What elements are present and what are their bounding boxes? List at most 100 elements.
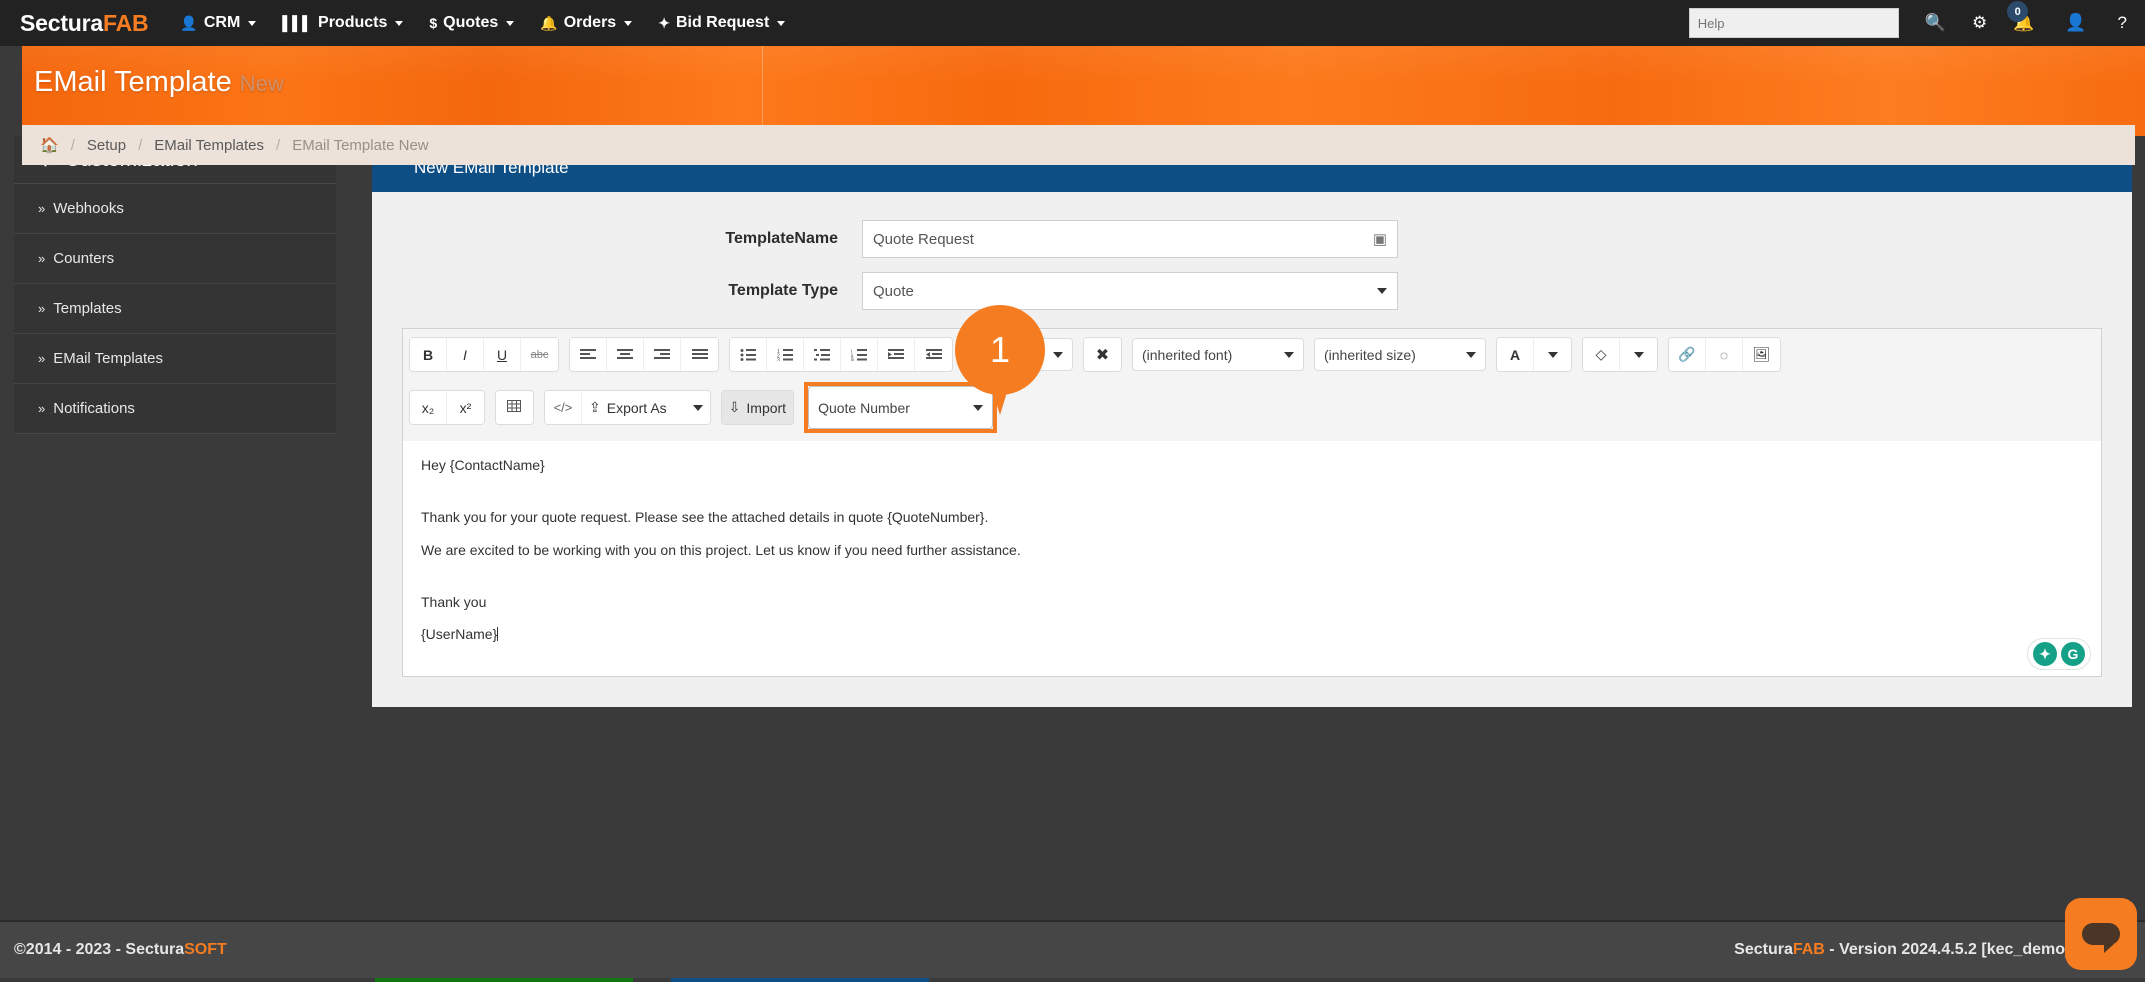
multilevel-list-button[interactable] (804, 338, 841, 371)
align-justify-icon (692, 349, 708, 361)
bullet-list-button[interactable] (730, 338, 767, 371)
rich-text-editor: B I U abc 123 ii (402, 328, 2102, 677)
template-name-label: TemplateName (372, 230, 862, 248)
nav-item-orders[interactable]: 🔔 Orders (540, 14, 632, 32)
indent-button[interactable] (915, 338, 952, 371)
import-button[interactable]: ⇩ Import (722, 391, 793, 424)
sidebar-item-templates[interactable]: » Templates (14, 284, 336, 334)
toolbar-group-insert: 🔗 ◌ 🖼 (1668, 337, 1781, 372)
svg-text:iii: iii (851, 357, 854, 361)
main-panel: New EMail Template TemplateName Quote Re… (372, 144, 2132, 707)
align-left-icon (580, 349, 596, 361)
link-icon: 🔗 (1678, 346, 1695, 363)
strikethrough-button[interactable]: abc (521, 338, 558, 371)
insert-image-button[interactable]: 🖼 (1743, 338, 1780, 371)
gear-icon[interactable]: ⚙ (1972, 13, 1987, 33)
chat-bubble-button[interactable] (2065, 898, 2137, 970)
remove-link-button[interactable]: ◌ (1706, 338, 1743, 371)
bold-button[interactable]: B (410, 338, 447, 371)
toolbar-group-clear: ✖ (1083, 337, 1122, 372)
nav-item-quotes[interactable]: $ Quotes (429, 14, 514, 32)
font-size-select[interactable]: (inherited size) (1314, 338, 1486, 371)
brand-logo[interactable]: SecturaFAB (20, 10, 148, 37)
underline-button[interactable]: U (484, 338, 521, 371)
editor-line-body-1: Thank you for your quote request. Please… (421, 507, 2083, 527)
insert-link-button[interactable]: 🔗 (1669, 338, 1706, 371)
text-color-dropdown[interactable] (1534, 338, 1571, 371)
sidebar-item-webhooks[interactable]: » Webhooks (14, 184, 336, 234)
toolbar-group-align (569, 337, 719, 372)
numbered-list-button[interactable]: 123 (767, 338, 804, 371)
footer-version: SecturaFAB - Version 2024.4.5.2 [kec_dem… (1734, 941, 2121, 959)
chat-bubble-icon (2082, 923, 2120, 945)
outdent-button[interactable] (878, 338, 915, 371)
chevron-down-icon (395, 21, 403, 26)
nav-item-products[interactable]: ▌▌▌ Products (282, 14, 403, 32)
grammarly-bulb-icon[interactable]: ✦ (2033, 642, 2057, 666)
chevron-right-icon: » (38, 301, 45, 316)
highlight-color-button[interactable]: ◇ (1583, 338, 1620, 371)
nav-item-orders-label: Orders (564, 14, 616, 32)
template-type-select[interactable]: Quote (862, 272, 1398, 310)
paragraph-style-select[interactable]: Paragra... (963, 338, 1073, 371)
align-right-icon (654, 349, 670, 361)
toolbar-group-lists: 123 iiiiii (729, 337, 953, 372)
footer-copyright: ©2014 - 2023 - SecturaSOFT (14, 941, 227, 959)
bell-icon: 🔔 (540, 15, 557, 32)
help-search-input[interactable] (1689, 8, 1899, 38)
grammarly-widget[interactable]: ✦ G (2027, 638, 2091, 670)
sidebar-item-counters[interactable]: » Counters (14, 234, 336, 284)
export-as-label: Export As (607, 400, 667, 416)
align-left-button[interactable] (570, 338, 607, 371)
toolbar-group-code-export: </> ⇪ Export As (544, 390, 711, 425)
user-icon: 👤 (180, 15, 197, 32)
italic-button[interactable]: I (447, 338, 484, 371)
ordered-list-button[interactable]: iiiiii (841, 338, 878, 371)
clear-formatting-button[interactable]: ✖ (1084, 338, 1121, 371)
sidebar-item-email-templates[interactable]: » EMail Templates (14, 334, 336, 384)
breadcrumb-item-setup[interactable]: Setup (87, 137, 126, 154)
code-view-button[interactable]: </> (545, 391, 582, 424)
breadcrumb-item-email-templates[interactable]: EMail Templates (154, 137, 264, 154)
page-header-banner: EMail TemplateNew (0, 46, 2145, 136)
merge-field-select[interactable]: Quote Number (808, 386, 993, 429)
navbar-right-group: 🔍 ⚙ 0 🔔 👤 ? (1689, 8, 2145, 38)
align-right-button[interactable] (644, 338, 681, 371)
numbered-list-icon: 123 (777, 349, 793, 361)
editor-toolbar-row-2: x₂ x² </> ⇪ Export As (403, 374, 2101, 441)
align-center-button[interactable] (607, 338, 644, 371)
notifications-bell-icon[interactable]: 0 🔔 (2013, 13, 2039, 33)
sidebar-item-label: Notifications (53, 400, 135, 417)
toolbar-group-format: B I U abc (409, 337, 559, 372)
strikethrough-icon: abc (531, 349, 549, 361)
breadcrumb-item-current: EMail Template New (292, 137, 428, 154)
nav-item-crm[interactable]: 👤 CRM (180, 14, 256, 32)
editor-line-signoff: Thank you (421, 592, 2083, 612)
underline-icon: U (497, 347, 507, 363)
highlight-color-dropdown[interactable] (1620, 338, 1657, 371)
template-name-input[interactable]: Quote Request ▣ (862, 220, 1398, 258)
ordered-list-icon: iiiiii (851, 349, 867, 361)
user-menu-icon[interactable]: 👤 (2065, 13, 2091, 33)
nav-item-bid-request-label: Bid Request (676, 14, 769, 32)
notification-count-badge: 0 (2007, 1, 2028, 22)
insert-table-button[interactable] (496, 391, 533, 424)
chevron-right-icon: » (38, 201, 45, 216)
align-justify-button[interactable] (681, 338, 718, 371)
nav-item-bid-request[interactable]: ✦ Bid Request (658, 14, 785, 32)
superscript-icon: x² (460, 400, 472, 416)
toolbar-group-table (495, 390, 534, 425)
text-color-button[interactable]: A (1497, 338, 1534, 371)
sidebar-item-notifications[interactable]: » Notifications (14, 384, 336, 434)
editor-line-username: {UserName} (421, 624, 2083, 644)
export-as-button[interactable]: ⇪ Export As (582, 391, 710, 424)
superscript-button[interactable]: x² (447, 391, 484, 424)
field-picker-icon[interactable]: ▣ (1373, 230, 1387, 248)
subscript-button[interactable]: x₂ (410, 391, 447, 424)
question-icon[interactable]: ? (2118, 13, 2127, 33)
font-family-select[interactable]: (inherited font) (1132, 338, 1304, 371)
home-icon[interactable]: 🏠 (40, 136, 59, 154)
editor-content-area[interactable]: Hey {ContactName} Thank you for your quo… (403, 441, 2101, 676)
grammarly-logo-icon[interactable]: G (2061, 642, 2085, 666)
search-icon[interactable]: 🔍 (1925, 13, 1946, 33)
